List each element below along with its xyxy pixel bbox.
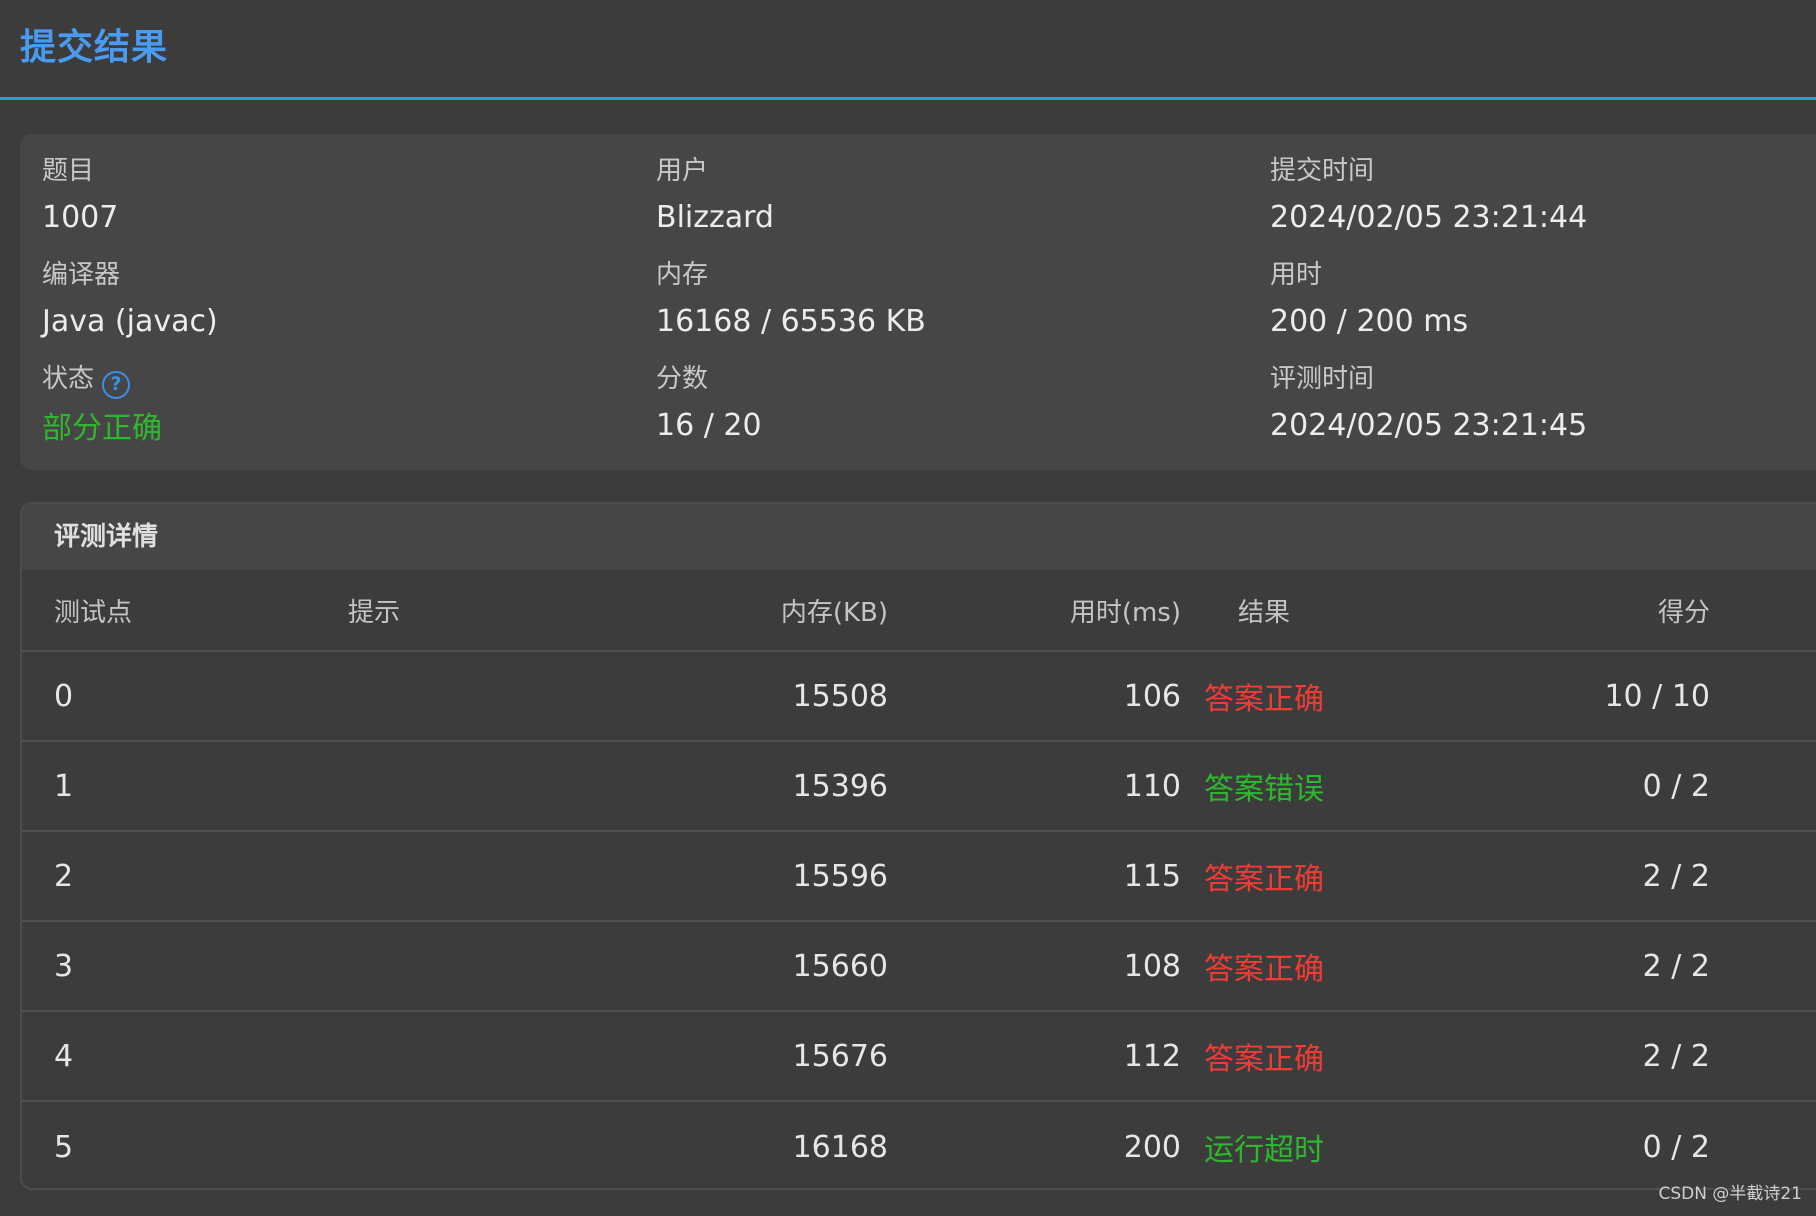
row-result: 答案错误: [1204, 772, 1324, 807]
status-label-row: 状态?: [42, 362, 162, 399]
judge-details-title: 评测详情: [22, 504, 1816, 570]
row-result: 答案正确: [1204, 862, 1324, 897]
row-score: 0 / 2: [1642, 768, 1710, 804]
time-value: 200 / 200 ms: [1270, 304, 1469, 339]
row-memory: 15660: [792, 948, 888, 984]
problem-value[interactable]: 1007: [42, 198, 118, 238]
table-row: 4 15676 112 答案正确 2 / 2: [22, 1012, 1816, 1102]
row-id: 0: [54, 678, 74, 714]
table-header: 测试点 提示 内存(KB) 用时(ms) 结果 得分: [22, 570, 1816, 652]
row-result: 答案正确: [1204, 682, 1324, 717]
judge-time-label: 评测时间: [1270, 364, 1375, 394]
compiler-label: 编译器: [42, 260, 121, 290]
row-id: 3: [54, 948, 74, 984]
judge-details-card: 评测详情 测试点 提示 内存(KB) 用时(ms) 结果 得分 0 15508 …: [20, 502, 1816, 1190]
page-title: 提交结果: [20, 27, 169, 68]
info-user: 用户 Blizzard: [656, 154, 774, 238]
status-value: 部分正确: [42, 410, 162, 446]
col-header-id: 测试点: [54, 597, 133, 628]
status-label: 状态: [42, 364, 95, 394]
row-memory: 16168: [792, 1129, 888, 1165]
row-memory: 15676: [792, 1038, 888, 1074]
row-memory: 15508: [792, 678, 888, 714]
watermark: CSDN @半截诗21: [1658, 1184, 1802, 1204]
row-memory: 15596: [792, 858, 888, 894]
submission-info-card: 题目 1007 用户 Blizzard 提交时间 2024/02/05 23:2…: [20, 134, 1816, 470]
col-header-memory: 内存(KB): [780, 597, 888, 628]
row-result: 答案正确: [1204, 1042, 1324, 1077]
info-problem: 题目 1007: [42, 154, 118, 238]
info-compiler: 编译器 Java (javac): [42, 258, 218, 342]
compiler-value: Java (javac): [42, 304, 218, 339]
submit-time-value: 2024/02/05 23:21:44: [1270, 200, 1588, 235]
memory-value: 16168 / 65536 KB: [656, 304, 926, 339]
col-header-score: 得分: [1657, 597, 1710, 628]
info-memory: 内存 16168 / 65536 KB: [656, 258, 926, 342]
info-judge-time: 评测时间 2024/02/05 23:21:45: [1270, 362, 1587, 446]
submit-time-label: 提交时间: [1270, 156, 1375, 186]
judge-details-table: 测试点 提示 内存(KB) 用时(ms) 结果 得分 0 15508 106 答…: [22, 570, 1816, 1188]
row-id: 2: [54, 858, 74, 894]
info-time: 用时 200 / 200 ms: [1270, 258, 1468, 342]
row-id: 4: [54, 1038, 74, 1074]
user-value[interactable]: Blizzard: [656, 198, 774, 238]
row-result: 运行超时: [1204, 1133, 1324, 1168]
score-value: 16 / 20: [656, 408, 762, 443]
info-status: 状态? 部分正确: [42, 362, 162, 449]
row-score: 2 / 2: [1642, 858, 1710, 894]
col-header-hint: 提示: [348, 597, 401, 628]
row-score: 0 / 2: [1642, 1129, 1710, 1165]
row-score: 10 / 10: [1604, 678, 1710, 714]
help-icon[interactable]: ?: [102, 370, 131, 399]
table-row: 0 15508 106 答案正确 10 / 10: [22, 652, 1816, 742]
row-result: 答案正确: [1204, 952, 1324, 987]
table-row: 1 15396 110 答案错误 0 / 2: [22, 742, 1816, 832]
page-header: 提交结果: [0, 0, 1816, 100]
user-label: 用户: [656, 156, 709, 186]
row-id: 5: [54, 1129, 74, 1165]
info-submit-time: 提交时间 2024/02/05 23:21:44: [1270, 154, 1587, 238]
row-id: 1: [54, 768, 74, 804]
judge-time-value: 2024/02/05 23:21:45: [1270, 408, 1588, 443]
problem-label: 题目: [42, 156, 95, 186]
table-row: 3 15660 108 答案正确 2 / 2: [22, 922, 1816, 1012]
info-score: 分数 16 / 20: [656, 362, 762, 446]
table-row: 2 15596 115 答案正确 2 / 2: [22, 832, 1816, 922]
memory-label: 内存: [656, 260, 709, 290]
table-row: 5 16168 200 运行超时 0 / 2: [22, 1102, 1816, 1188]
row-score: 2 / 2: [1642, 948, 1710, 984]
time-label: 用时: [1270, 260, 1323, 290]
row-memory: 15396: [792, 768, 888, 804]
score-label: 分数: [656, 364, 709, 394]
row-score: 2 / 2: [1642, 1038, 1710, 1074]
col-header-result: 结果: [1237, 597, 1290, 628]
